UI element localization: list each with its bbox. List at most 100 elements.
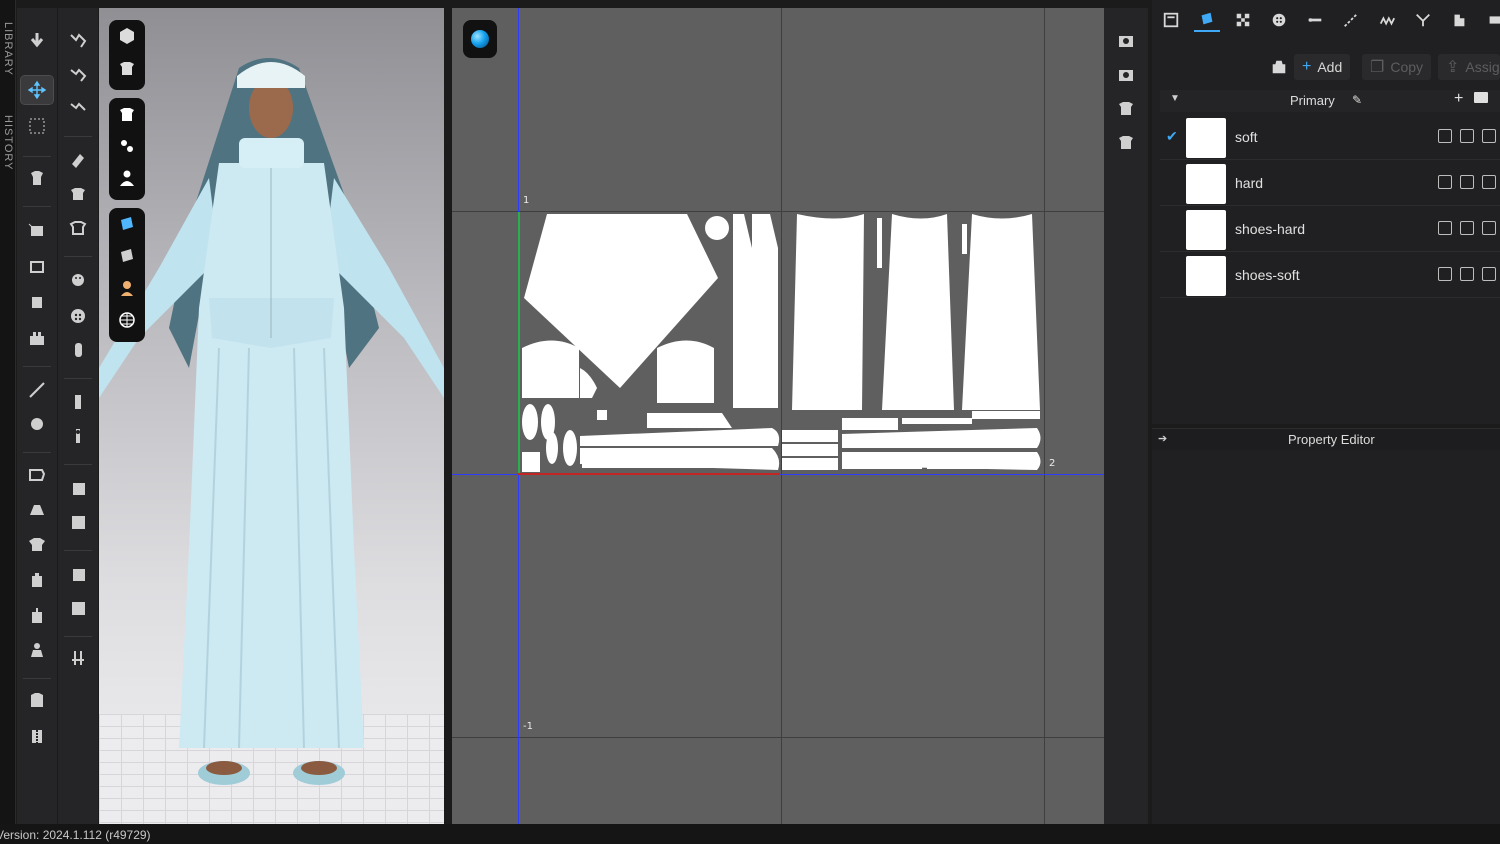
move-tool-icon[interactable] [20,75,54,105]
add-button[interactable]: + Add [1294,54,1351,80]
texture-edit-icon[interactable] [62,146,94,174]
material-group-header[interactable]: ▼ Primary ✎ + [1160,90,1500,112]
topstitch-segment-icon[interactable] [62,594,94,622]
trace-tool-icon[interactable] [21,410,53,438]
reset-arrangement-icon[interactable] [62,94,94,122]
arrangement-point-icon[interactable] [62,60,94,88]
snapshot-uv-icon[interactable] [1110,26,1142,54]
assign-button-label: Assign [1465,59,1500,75]
show-avatar-icon[interactable] [109,162,145,194]
property-editor-panel: ➔ Property Editor [1152,428,1500,824]
fabric-flat-icon[interactable] [109,240,145,272]
fabric-tab-icon[interactable] [1194,8,1220,32]
texture-map-icon[interactable] [1460,129,1474,143]
piping-icon[interactable] [62,474,94,502]
garment-shaded-icon[interactable] [109,52,145,84]
zipper-icon[interactable] [62,388,94,416]
import-fabric-icon[interactable] [1270,54,1288,80]
transform-box-icon[interactable] [21,112,53,140]
3d-garment-viewport[interactable] [99,8,444,824]
scene-tab-icon[interactable] [1158,8,1184,32]
avatar-pose-icon[interactable] [21,636,53,664]
more-tab-icon[interactable] [1482,8,1500,32]
garment-fit-icon[interactable] [21,164,53,192]
camera-pattern-icon[interactable] [1110,60,1142,88]
object-browser-panel: +Add ❐Copy ⇪Assign ▼ Primary ✎ + ✔ soft … [1152,0,1500,424]
tack-tool-icon[interactable] [21,602,53,630]
tool-column-primary [17,8,57,824]
add-to-layer-icon[interactable] [1438,129,1452,143]
button-tab-icon[interactable] [1266,8,1292,32]
fitting-suit-icon[interactable] [21,686,53,714]
folder-icon[interactable] [1474,92,1488,103]
select-button-icon[interactable] [62,302,94,330]
material-row-soft[interactable]: ✔ soft [1160,114,1500,160]
rename-pencil-icon[interactable]: ✎ [1352,93,1362,107]
2d-pattern-window[interactable]: 1 2 -1 [452,8,1104,824]
tool-column-secondary [58,8,98,824]
material-name: shoes-soft [1235,267,1300,283]
arrangement-icon[interactable] [62,26,94,54]
piping-segment-icon[interactable] [62,508,94,536]
material-row-shoes-hard[interactable]: shoes-hard [1160,206,1500,252]
duplicate-icon[interactable] [1482,221,1496,235]
texture-map-icon[interactable] [1460,221,1474,235]
property-editor-header[interactable]: ➔ Property Editor [1152,428,1500,450]
internal-shape-icon[interactable] [21,324,53,352]
cube-view-icon[interactable] [109,20,145,52]
free-sewing-icon[interactable] [21,566,53,594]
fold-tool-icon[interactable] [21,460,53,488]
edit-point-icon[interactable] [21,288,53,316]
duplicate-icon[interactable] [1482,175,1496,189]
add-button-label: Add [1317,59,1343,75]
topstitch-icon[interactable] [62,560,94,588]
material-name: shoes-hard [1235,221,1306,237]
add-to-layer-icon[interactable] [1438,267,1452,281]
zipper-slider-icon[interactable] [62,422,94,450]
environment-globe-icon[interactable] [109,304,145,336]
tab-library[interactable]: LIBRARY [0,14,16,84]
add-to-layer-icon[interactable] [1438,175,1452,189]
uv-arrange-icon[interactable] [1110,94,1142,122]
show-trims-icon[interactable] [109,130,145,162]
button-tool-icon[interactable] [62,266,94,294]
select-mesh-tool-icon[interactable] [21,26,53,54]
measure-tool-icon[interactable] [62,644,94,672]
buttonhole-tab-icon[interactable] [1302,8,1328,32]
puckering-icon[interactable] [62,214,94,242]
duplicate-icon[interactable] [1482,267,1496,281]
add-to-layer-icon[interactable] [1438,221,1452,235]
status-bar: Version: 2024.1.112 (r49729) [0,824,1500,844]
buttonhole-icon[interactable] [62,336,94,364]
edit-curvature-icon[interactable] [21,252,53,280]
texture-tab-icon[interactable] [1230,8,1256,32]
topstitch-tab-icon[interactable] [1338,8,1364,32]
show-garment-icon[interactable] [109,98,145,130]
expand-arrow-icon[interactable]: ➔ [1158,432,1167,445]
texture-map-icon[interactable] [1460,175,1474,189]
collapse-arrow-icon[interactable]: ▼ [1170,93,1180,104]
avatar-skin-icon[interactable] [109,272,145,304]
render-sphere-button[interactable] [463,20,497,58]
puckering-tab-icon[interactable] [1374,8,1400,32]
texture-map-icon[interactable] [1460,267,1474,281]
fabric-render-icon[interactable] [109,208,145,240]
material-row-hard[interactable]: hard [1160,160,1500,206]
zipper-tab-icon[interactable] [1410,8,1436,32]
selected-check-icon: ✔ [1166,128,1178,144]
avatar-garment-render [99,58,444,785]
copy-button[interactable]: ❐ Copy [1362,54,1432,80]
duplicate-icon[interactable] [1482,129,1496,143]
material-row-shoes-soft[interactable]: shoes-soft [1160,252,1500,298]
tab-history[interactable]: HISTORY [0,108,16,178]
segment-sewing-icon[interactable] [21,530,53,558]
graphic-tool-icon[interactable] [62,180,94,208]
line-tool-icon[interactable] [21,376,53,404]
trims-tab-icon[interactable] [1446,8,1472,32]
zipper-tool-icon[interactable] [21,722,53,750]
add-group-plus-icon[interactable]: + [1454,90,1463,108]
edit-pattern-icon[interactable] [21,216,53,244]
sewing-tool-icon[interactable] [21,496,53,524]
uv-reset-icon[interactable] [1110,128,1142,156]
assign-button[interactable]: ⇪Assign [1438,54,1500,80]
